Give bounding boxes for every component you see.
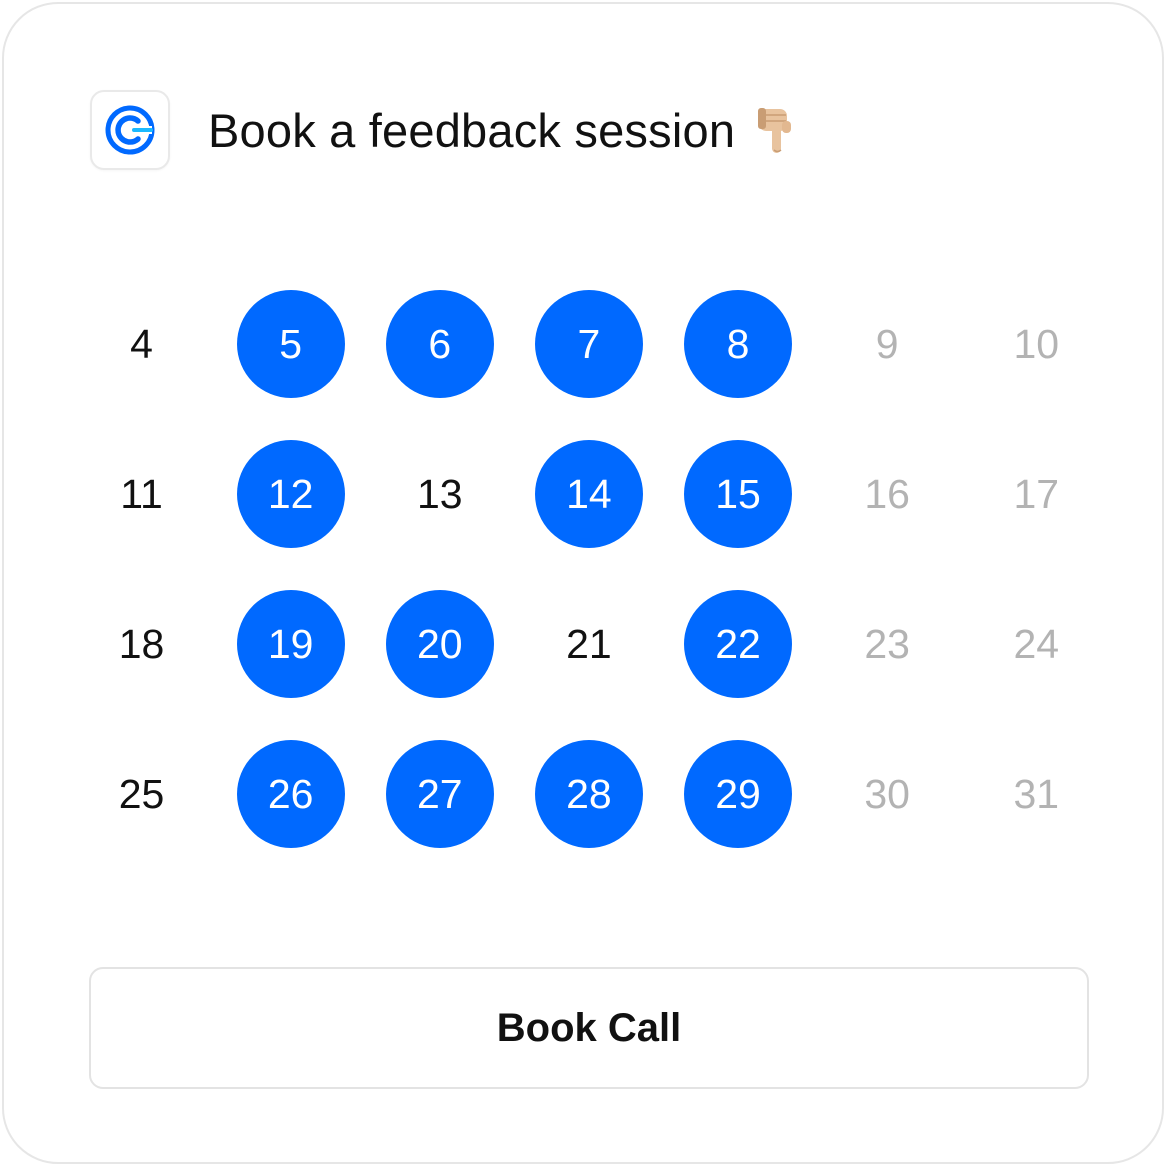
calendar-day-14[interactable]: 14 — [514, 419, 663, 569]
calendar-day-label: 16 — [864, 470, 910, 517]
calendar-day-27[interactable]: 27 — [365, 719, 514, 869]
calendar-day-label: 17 — [1013, 470, 1060, 517]
card-header: Book a feedback session — [90, 90, 793, 170]
calendar-day-22[interactable]: 22 — [664, 569, 813, 719]
calendar-day-8[interactable]: 8 — [664, 269, 813, 419]
calendar-day-5[interactable]: 5 — [216, 269, 365, 419]
calendar-day-label: 27 — [385, 740, 494, 848]
calendar-day-12[interactable]: 12 — [216, 419, 365, 569]
calendar-day-label: 14 — [534, 440, 643, 548]
calendar-day-10: 10 — [962, 269, 1111, 419]
calendar-grid: 4 5 6 7 8 9 10 11 12 13 14 15 16 17 18 19 20 21 22 23 24 25 26… — [67, 269, 1111, 869]
calendar-day-label: 21 — [566, 620, 612, 667]
calendar-day-29[interactable]: 29 — [664, 719, 813, 869]
calendar-day-label: 10 — [1013, 320, 1060, 367]
calendar-day-label: 30 — [864, 770, 910, 817]
calendly-logo-icon — [90, 90, 170, 170]
booking-card: Book a feedback session 4 5 6 7 8 9 10 11 12 13 14… — [2, 2, 1164, 1164]
calendar-day-label: 15 — [684, 440, 793, 548]
calendar-day-21: 21 — [514, 569, 663, 719]
book-call-button[interactable]: Book Call — [89, 967, 1089, 1089]
calendar-day-label: 8 — [684, 290, 793, 398]
calendar-day-11: 11 — [67, 419, 216, 569]
calendar-day-label: 19 — [236, 590, 345, 698]
calendar-day-24: 24 — [962, 569, 1111, 719]
pointing-down-hand-icon — [757, 105, 793, 155]
calendar-day-26[interactable]: 26 — [216, 719, 365, 869]
calendar-day-17: 17 — [962, 419, 1111, 569]
calendar-day-13: 13 — [365, 419, 514, 569]
calendar-day-label: 12 — [236, 440, 345, 548]
calendar-day-label: 4 — [130, 320, 153, 367]
title-text: Book a feedback session — [208, 103, 736, 157]
calendar-day-19[interactable]: 19 — [216, 569, 365, 719]
calendar-day-label: 18 — [118, 620, 165, 667]
calendar-day-16: 16 — [813, 419, 962, 569]
calendar-day-23: 23 — [813, 569, 962, 719]
calendar-day-label: 25 — [118, 770, 165, 817]
page-title: Book a feedback session — [208, 103, 793, 158]
calendar-day-label: 23 — [864, 620, 910, 667]
calendar-day-28[interactable]: 28 — [514, 719, 663, 869]
calendar-day-label: 13 — [417, 470, 463, 517]
calendar-day-label: 20 — [385, 590, 494, 698]
calendar-day-label: 6 — [385, 290, 494, 398]
calendar-day-label: 7 — [534, 290, 643, 398]
calendar-day-7[interactable]: 7 — [514, 269, 663, 419]
calendar-day-6[interactable]: 6 — [365, 269, 514, 419]
calendar-day-20[interactable]: 20 — [365, 569, 514, 719]
calendar-day-label: 11 — [120, 470, 163, 517]
calendar-day-30: 30 — [813, 719, 962, 869]
calendar-day-9: 9 — [813, 269, 962, 419]
calendar-day-4: 4 — [67, 269, 216, 419]
calendar-day-label: 22 — [684, 590, 793, 698]
calendar-day-31: 31 — [962, 719, 1111, 869]
calendar-day-label: 5 — [236, 290, 345, 398]
calendar-day-18: 18 — [67, 569, 216, 719]
calendar-day-15[interactable]: 15 — [664, 419, 813, 569]
calendar-day-label: 31 — [1013, 770, 1060, 817]
calendar-day-label: 24 — [1013, 620, 1060, 667]
calendar-day-label: 28 — [534, 740, 643, 848]
calendar-day-label: 26 — [236, 740, 345, 848]
calendar-day-label: 29 — [684, 740, 793, 848]
calendar-day-25: 25 — [67, 719, 216, 869]
calendar-day-label: 9 — [875, 320, 899, 367]
